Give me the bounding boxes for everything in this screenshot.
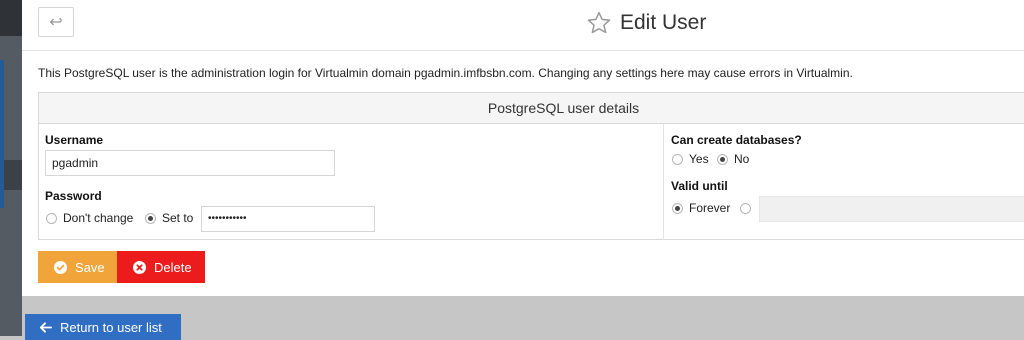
title-bar: ↩ Edit User	[22, 0, 1024, 51]
can-create-db-yes-radio[interactable]	[672, 154, 683, 165]
save-button[interactable]: Save	[38, 251, 117, 283]
valid-until-date-input[interactable]	[759, 196, 1024, 222]
arrow-left-icon	[39, 321, 52, 333]
back-arrow-icon: ↩	[49, 14, 63, 31]
star-outline-icon[interactable]	[586, 10, 612, 36]
can-create-db-label: Can create databases?	[671, 133, 802, 147]
column-divider	[663, 124, 664, 240]
password-dont-change-radio[interactable]	[46, 213, 57, 224]
can-create-db-no-radio[interactable]	[717, 154, 728, 165]
save-label: Save	[75, 259, 105, 275]
left-nav-active-item[interactable]	[4, 160, 22, 190]
virtualmin-notice: This PostgreSQL user is the administrati…	[38, 66, 853, 80]
x-circle-icon	[133, 260, 146, 274]
can-create-db-no-label: No	[734, 152, 750, 166]
password-set-to-label: Set to	[162, 211, 194, 225]
valid-until-label: Valid until	[671, 179, 728, 193]
delete-button[interactable]: Delete	[117, 251, 205, 283]
valid-until-forever-label: Forever	[689, 201, 731, 215]
password-label: Password	[45, 189, 102, 203]
valid-until-date-radio[interactable]	[740, 203, 751, 214]
password-input[interactable]: •••••••••••	[201, 206, 375, 232]
page-title: Edit User	[620, 11, 707, 34]
return-to-user-list-button[interactable]: Return to user list	[25, 314, 181, 340]
user-details-table: PostgreSQL user details Username pgadmin…	[38, 92, 1024, 240]
details-heading: PostgreSQL user details	[39, 93, 1024, 124]
main-panel: ↩ Edit User This PostgreSQL user is the …	[22, 0, 1024, 296]
username-label: Username	[45, 133, 104, 147]
username-input[interactable]: pgadmin	[45, 150, 335, 176]
password-dont-change-label: Don't change	[63, 211, 134, 225]
title-group: Edit User	[586, 7, 706, 39]
return-label: Return to user list	[60, 319, 162, 335]
delete-label: Delete	[154, 259, 192, 275]
can-create-db-yes-label: Yes	[689, 152, 709, 166]
left-nav-strip	[0, 0, 22, 336]
check-circle-icon	[54, 260, 67, 274]
back-button[interactable]: ↩	[38, 7, 74, 37]
left-nav-top	[0, 0, 22, 36]
password-set-to-radio[interactable]	[145, 213, 156, 224]
valid-until-forever-radio[interactable]	[672, 203, 683, 214]
